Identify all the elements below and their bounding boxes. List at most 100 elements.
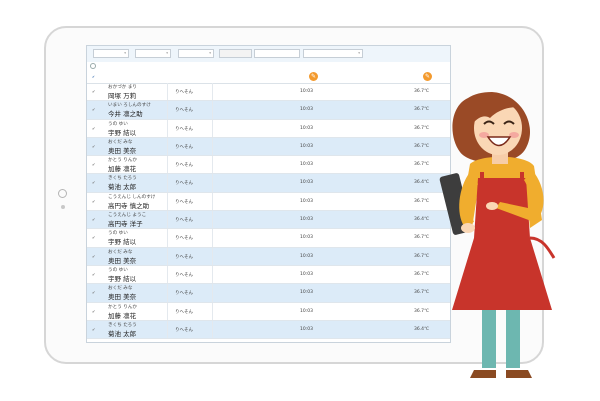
table-row[interactable]: ✔ かとう りんか 加藤 凛花 りへそん 10:03 36.7℃ (87, 156, 450, 175)
class-cell: りへそん (175, 254, 193, 260)
table-body: ✔ おかづか まり 岡塚 万莉 りへそん 10:03 36.7℃ ✔ いまい ろしんのすけ 今井… (87, 83, 450, 340)
column-divider (167, 284, 168, 302)
name-kanji: 加藤 凛花 (108, 165, 137, 174)
table-row[interactable]: ✔ うの ゆい 宇野 結以 りへそん 10:03 36.7℃ (87, 119, 450, 138)
table-row[interactable]: ✔ こうえんじ ようこ 高円寺 洋子 りへそん 10:03 36.4℃ (87, 211, 450, 230)
time-cell[interactable]: 10:03 (300, 309, 313, 314)
column-divider (167, 83, 168, 101)
column-divider (212, 83, 213, 101)
column-divider (167, 192, 168, 211)
row-checkbox-icon[interactable]: ✔ (92, 126, 95, 131)
temperature-cell[interactable]: 36.7℃ (414, 126, 429, 131)
class-cell: りへそん (175, 108, 193, 114)
time-cell[interactable]: 10:03 (300, 126, 313, 131)
temperature-cell[interactable]: 36.4℃ (414, 217, 429, 222)
temperature-cell[interactable]: 36.7℃ (414, 162, 429, 167)
woman-illustration (439, 92, 556, 378)
temperature-cell[interactable]: 36.7℃ (414, 107, 429, 112)
class-cell: りへそん (175, 327, 193, 333)
refresh-circle-icon[interactable] (90, 63, 96, 69)
name-kanji: 加藤 凛花 (108, 311, 137, 320)
column-divider (212, 265, 213, 284)
time-cell[interactable]: 10:03 (300, 180, 313, 185)
row-checkbox-icon[interactable]: ✔ (92, 327, 95, 332)
temperature-cell[interactable]: 36.7℃ (414, 199, 429, 204)
edit-pencil-icon[interactable]: ✎ (423, 72, 432, 81)
date-field[interactable]: ▾ (303, 49, 363, 58)
time-cell[interactable]: 10:03 (300, 199, 313, 204)
row-checkbox-icon[interactable]: ✔ (92, 272, 95, 277)
row-checkbox-icon[interactable]: ✔ (92, 199, 95, 204)
class-cell: りへそん (175, 309, 193, 315)
temperature-cell[interactable]: 36.7℃ (414, 290, 429, 295)
class-cell: りへそん (175, 291, 193, 297)
time-cell[interactable]: 10:03 (300, 327, 313, 332)
time-cell[interactable]: 10:03 (300, 235, 313, 240)
column-divider (212, 137, 213, 156)
row-checkbox-icon[interactable]: ✔ (92, 162, 95, 167)
column-divider (167, 137, 168, 156)
row-checkbox-icon[interactable]: ✔ (92, 89, 95, 94)
name-kanji: 高円寺 洋子 (108, 220, 143, 229)
name-kanji: 奥田 美奈 (108, 146, 137, 155)
print-button[interactable] (219, 49, 252, 58)
table-row[interactable]: ✔ おくだ みな 奥田 美奈 りへそん 10:03 36.7℃ (87, 137, 450, 157)
time-cell[interactable]: 10:03 (300, 254, 313, 259)
filter-select-1[interactable]: ▾ (93, 49, 129, 58)
toolbar: ▾ ▾ ▾ ▾ (87, 46, 450, 63)
table-row[interactable]: ✔ おくだ みな 奥田 美奈 りへそん 10:03 36.7℃ (87, 284, 450, 303)
row-checkbox-icon[interactable]: ✔ (92, 144, 95, 149)
class-cell: りへそん (175, 218, 193, 224)
column-divider (212, 284, 213, 302)
temperature-cell[interactable]: 36.7℃ (414, 272, 429, 277)
column-divider (167, 119, 168, 137)
column-divider (167, 156, 168, 174)
table-row[interactable]: ✔ きくち たろう 菊池 太郎 りへそん 10:03 36.4℃ (87, 174, 450, 193)
temperature-cell[interactable]: 36.4℃ (414, 327, 429, 332)
row-checkbox-icon[interactable]: ✔ (92, 107, 95, 112)
select-all-checkbox-icon[interactable]: ✔ (92, 75, 95, 79)
time-cell[interactable]: 10:03 (300, 144, 313, 149)
name-kanji: 宇野 結以 (108, 274, 137, 283)
filter-select-2[interactable]: ▾ (135, 49, 171, 58)
edit-pencil-icon[interactable]: ✎ (309, 72, 318, 81)
table-row[interactable]: ✔ かとう りんか 加藤 凛花 りへそん 10:03 36.7℃ (87, 302, 450, 321)
table-row[interactable]: ✔ うの ゆい 宇野 結以 りへそん 10:03 36.7℃ (87, 265, 450, 285)
temperature-cell[interactable]: 36.7℃ (414, 235, 429, 240)
filter-select-3[interactable]: ▾ (178, 49, 214, 58)
row-checkbox-icon[interactable]: ✔ (92, 217, 95, 222)
temperature-cell[interactable]: 36.7℃ (414, 254, 429, 259)
row-checkbox-icon[interactable]: ✔ (92, 235, 95, 240)
temperature-cell[interactable]: 36.7℃ (414, 89, 429, 94)
class-cell: りへそん (175, 144, 193, 150)
temperature-cell[interactable]: 36.7℃ (414, 309, 429, 314)
column-divider (212, 302, 213, 320)
class-cell: りへそん (175, 236, 193, 242)
column-divider (212, 229, 213, 247)
row-checkbox-icon[interactable]: ✔ (92, 290, 95, 295)
table-row[interactable]: ✔ いまい ろしんのすけ 今井 凛之助 りへそん 10:03 36.7℃ (87, 101, 450, 120)
class-cell: りへそん (175, 90, 193, 95)
table-row[interactable]: ✔ うの ゆい 宇野 結以 りへそん 10:03 36.7℃ (87, 229, 450, 248)
table-row[interactable]: ✔ きくち たろう 菊池 太郎 りへそん 10:03 36.4℃ (87, 320, 450, 340)
row-checkbox-icon[interactable]: ✔ (92, 309, 95, 314)
table-row[interactable]: ✔ こうえんじ しんのすけ 高円寺 慎之助 りへそん 10:03 36.7℃ (87, 192, 450, 212)
time-cell[interactable]: 10:03 (300, 290, 313, 295)
row-checkbox-icon[interactable]: ✔ (92, 254, 95, 259)
temperature-cell[interactable]: 36.7℃ (414, 144, 429, 149)
temperature-cell[interactable]: 36.4℃ (414, 180, 429, 185)
table-row[interactable]: ✔ おくだ みな 奥田 美奈 りへそん 10:03 36.7℃ (87, 247, 450, 266)
chevron-down-icon: ▾ (358, 51, 360, 55)
time-cell[interactable]: 10:03 (300, 107, 313, 112)
table-row[interactable]: ✔ おかづか まり 岡塚 万莉 りへそん 10:03 36.7℃ (87, 83, 450, 102)
time-cell[interactable]: 10:03 (300, 217, 313, 222)
time-cell[interactable]: 10:03 (300, 162, 313, 167)
view-segment-toggle[interactable] (254, 49, 300, 58)
time-cell[interactable]: 10:03 (300, 272, 313, 277)
name-kanji: 奥田 美奈 (108, 256, 137, 265)
chevron-down-icon: ▾ (124, 51, 126, 55)
row-checkbox-icon[interactable]: ✔ (92, 180, 95, 185)
time-cell[interactable]: 10:03 (300, 89, 313, 94)
column-divider (167, 320, 168, 339)
app-screen: ▾ ▾ ▾ ▾ ✔ ✎ ✎ ✔ おかづか まり 岡塚 万莉 りへそん 10:03 36.7… (86, 45, 451, 343)
